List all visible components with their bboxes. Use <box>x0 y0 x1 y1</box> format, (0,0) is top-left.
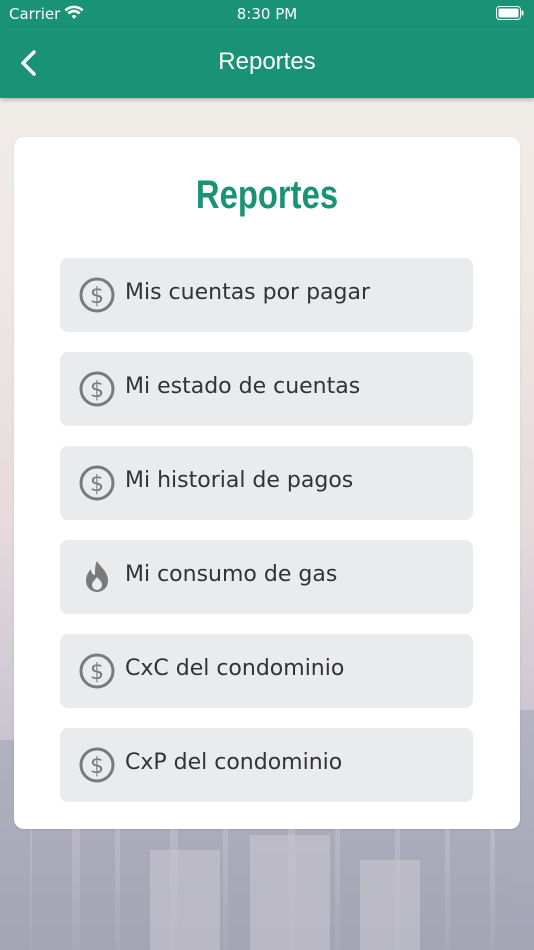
report-item-label: Mis cuentas por pagar <box>125 280 371 305</box>
report-item-consumo-de-gas[interactable]: Mi consumo de gas <box>60 540 473 614</box>
dollar-circle-icon: $ <box>79 371 115 407</box>
status-time: 8:30 PM <box>236 5 298 23</box>
status-bar: Carrier 8:30 PM <box>0 0 534 28</box>
dollar-circle-icon: $ <box>79 465 115 501</box>
navigation-bar: Reportes <box>0 28 534 98</box>
report-item-estado-de-cuentas[interactable]: $ Mi estado de cuentas <box>60 352 473 426</box>
svg-text:$: $ <box>90 754 104 779</box>
report-item-label: Mi historial de pagos <box>125 468 354 493</box>
report-item-label: Mi consumo de gas <box>125 562 338 587</box>
battery-icon <box>496 6 524 20</box>
svg-text:$: $ <box>90 660 104 685</box>
svg-text:$: $ <box>90 378 104 403</box>
dollar-circle-icon: $ <box>79 277 115 313</box>
flame-icon <box>86 561 108 592</box>
reports-card: Reportes $ Mis cuentas por pagar $ Mi es… <box>14 137 520 829</box>
dollar-circle-icon: $ <box>79 653 115 689</box>
report-item-cxc-condominio[interactable]: $ CxC del condominio <box>60 634 473 708</box>
svg-text:$: $ <box>90 472 104 497</box>
svg-text:$: $ <box>90 284 104 309</box>
report-item-label: CxP del condominio <box>125 750 343 775</box>
card-title: Reportes <box>195 173 339 217</box>
report-item-cuentas-por-pagar[interactable]: $ Mis cuentas por pagar <box>60 258 473 332</box>
page-title: Reportes <box>218 48 316 75</box>
report-item-historial-de-pagos[interactable]: $ Mi historial de pagos <box>60 446 473 520</box>
report-item-label: Mi estado de cuentas <box>125 374 361 399</box>
dollar-circle-icon: $ <box>79 747 115 783</box>
report-item-cxp-condominio[interactable]: $ CxP del condominio <box>60 728 473 802</box>
report-item-label: CxC del condominio <box>125 656 345 681</box>
